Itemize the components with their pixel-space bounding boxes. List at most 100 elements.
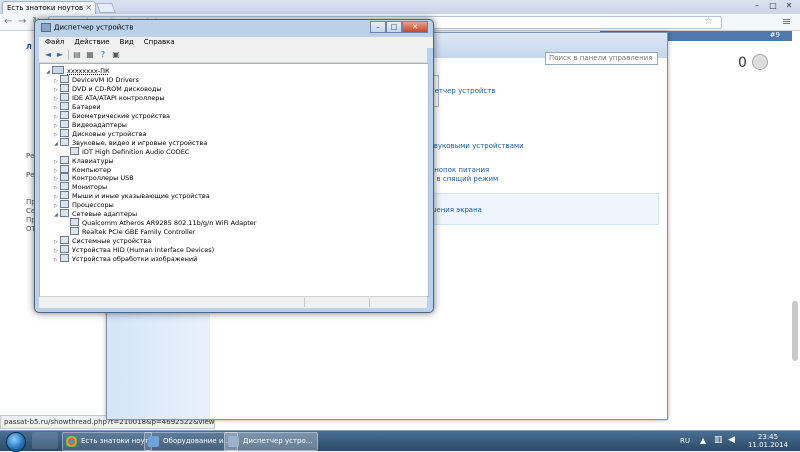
device-icon <box>60 119 69 128</box>
device-category-item[interactable]: ▷ Устройства HID (Human Interface Devices… <box>54 245 214 254</box>
back-arrow-icon[interactable]: ← <box>4 16 12 27</box>
device-category-item[interactable]: ▷ DVD и CD-ROM дисководы <box>54 83 162 93</box>
device-label: DeviceVM IO Drivers <box>72 76 139 84</box>
browser-window-controls: – □ ✕ <box>750 0 796 12</box>
device-label: Клавиатуры <box>72 156 114 165</box>
volume-icon[interactable]: ◀ <box>728 435 735 445</box>
device-manager-link[interactable]: петчер устройств <box>430 87 495 95</box>
device-tree[interactable]: ◢ xxxxxxxx-ПК ▷ DeviceVM IO Drivers ▷ DVD и … <box>39 63 429 297</box>
minimize-button[interactable]: – <box>370 21 386 33</box>
maximize-button[interactable]: □ <box>766 0 780 11</box>
help-icon[interactable]: ? <box>98 50 108 59</box>
device-icon <box>60 155 69 164</box>
properties-grid-icon[interactable]: ▤ <box>72 50 82 59</box>
device-item[interactable]: Qualcomm Atheros AR9285 802.11b/g/n WiFi… <box>64 218 256 227</box>
device-category-item[interactable]: ▷ Клавиатуры <box>54 155 114 165</box>
forward-arrow-icon[interactable]: ► <box>55 50 65 59</box>
sound-devices-link[interactable]: звуковыми устройствами <box>430 142 524 150</box>
device-icon <box>60 245 69 254</box>
tray-expand-icon[interactable]: ▲ <box>700 436 706 445</box>
device-manager-window-controls: – □ ✕ <box>370 21 428 33</box>
device-category-item[interactable]: ▷ Дисковые устройства <box>54 128 147 138</box>
device-label: DVD и CD-ROM дисководы <box>72 84 162 93</box>
device-label: Процессоры <box>72 201 114 210</box>
device-category-item[interactable]: ▷ IDE ATA/ATAPI контроллеры <box>54 92 165 102</box>
forward-arrow-icon[interactable]: → <box>18 16 26 27</box>
page-scrollbar[interactable] <box>792 301 798 361</box>
device-category-item[interactable]: ▷ Процессоры <box>54 200 114 209</box>
screen-resolution-link[interactable]: шения экрана <box>430 206 482 214</box>
device-icon <box>60 191 69 200</box>
device-category-item[interactable]: ▷ Контроллеры USB <box>54 173 134 182</box>
close-button[interactable]: ✕ <box>402 21 428 33</box>
browser-tab[interactable]: Есть знатоки ноутов по × <box>2 1 96 15</box>
taskbar-chrome[interactable]: Есть знатоки ноутов... <box>62 432 152 451</box>
device-category-item[interactable]: ▷ Мониторы <box>54 182 107 191</box>
menu-file[interactable]: Файл <box>45 37 64 48</box>
device-category-item[interactable]: ▷ DeviceVM IO Drivers <box>54 75 139 84</box>
post-rating: 0 <box>738 55 747 71</box>
device-category-item[interactable]: ▷ Видеоадаптеры <box>54 119 127 129</box>
menu-help[interactable]: Справка <box>144 37 175 48</box>
wrench-menu-icon[interactable]: ≡ <box>782 15 791 28</box>
language-indicator[interactable]: RU <box>680 437 690 445</box>
clock-time: 23:45 <box>757 433 779 441</box>
device-manager-window: Диспетчер устройств – □ ✕ Файл Действие … <box>34 19 434 313</box>
new-tab-button[interactable] <box>96 3 116 13</box>
minimize-button[interactable]: – <box>750 0 764 11</box>
device-icon <box>60 92 69 101</box>
taskbar-device-manager-label: Диспетчер устро... <box>243 437 313 445</box>
status-divider <box>304 298 305 307</box>
device-label: Мыши и иные указывающие устройства <box>72 192 210 201</box>
bookmark-star-icon[interactable]: ☆ <box>704 16 713 27</box>
device-category-item[interactable]: ◢ Звуковые, видео и игровые устройства <box>54 137 208 147</box>
menu-view[interactable]: Вид <box>120 37 134 48</box>
device-label: Звуковые, видео и игровые устройства <box>72 138 208 147</box>
device-category-item[interactable]: ▷ Биометрические устройства <box>54 110 171 120</box>
power-buttons-link[interactable]: кнопок питания <box>430 166 489 174</box>
network-icon[interactable]: ▥ <box>714 435 723 445</box>
scan-hardware-icon[interactable]: ▦ <box>85 50 95 59</box>
device-category-item[interactable]: ▷ Системные устройства <box>54 236 151 245</box>
device-label: Биометрические устройства <box>72 111 171 120</box>
device-icon <box>60 200 69 209</box>
pinned-app-icon[interactable] <box>32 432 58 449</box>
close-button[interactable]: ✕ <box>782 0 796 11</box>
sleep-mode-link[interactable]: а в спящий режим <box>430 175 498 183</box>
device-manager-toolbar: ◄ ► ▤ ▦ ? ▣ <box>39 48 427 63</box>
clock-date: 11.01.2014 <box>747 441 789 449</box>
back-arrow-icon[interactable]: ◄ <box>43 50 53 59</box>
start-button[interactable] <box>6 432 26 452</box>
device-icon <box>60 173 69 182</box>
device-category-item[interactable]: ▷ Устройства обработки изображений <box>54 254 197 263</box>
rating-icon[interactable] <box>752 54 768 70</box>
device-manager-menubar: Файл Действие Вид Справка <box>39 37 433 48</box>
toolbar-separator <box>68 50 69 60</box>
device-item[interactable]: IDT High Definition Audio CODEC <box>64 146 189 156</box>
device-properties-icon[interactable]: ▣ <box>111 50 121 59</box>
device-category-item[interactable]: ◢ Сетевые адаптеры <box>54 209 137 218</box>
device-icon <box>70 218 79 227</box>
taskbar-device-manager[interactable]: Диспетчер устро... <box>224 432 318 451</box>
device-icon <box>60 83 69 92</box>
device-label: Realtek PCIe GBE Family Controller <box>82 228 196 237</box>
tree-root[interactable]: ◢ xxxxxxxx-ПК <box>46 66 110 75</box>
device-icon <box>60 182 69 191</box>
device-manager-title-text: Диспетчер устройств <box>54 23 134 32</box>
device-label: Qualcomm Atheros AR9285 802.11b/g/n WiFi… <box>82 219 257 228</box>
taskbar-control-panel-label: Оборудование и ... <box>163 437 233 445</box>
post-number[interactable]: #9 <box>770 31 780 39</box>
device-category-item[interactable]: ▷ Батареи <box>54 101 101 111</box>
maximize-button[interactable]: □ <box>386 21 402 33</box>
device-label: Батареи <box>72 102 101 111</box>
menu-action[interactable]: Действие <box>74 37 109 48</box>
taskbar-clock[interactable]: 23:45 11.01.2014 <box>740 433 796 449</box>
control-panel-search-input[interactable]: Поиск в панели управления <box>545 52 658 65</box>
device-label: Устройства обработки изображений <box>72 255 198 263</box>
device-category-item[interactable]: ▷ Компьютер <box>54 164 111 174</box>
device-label: Дисковые устройства <box>72 129 147 138</box>
device-icon <box>60 209 69 218</box>
device-item[interactable]: Realtek PCIe GBE Family Controller <box>64 227 195 236</box>
tab-close-icon[interactable]: × <box>85 3 92 12</box>
device-category-item[interactable]: ▷ Мыши и иные указывающие устройства <box>54 191 210 200</box>
